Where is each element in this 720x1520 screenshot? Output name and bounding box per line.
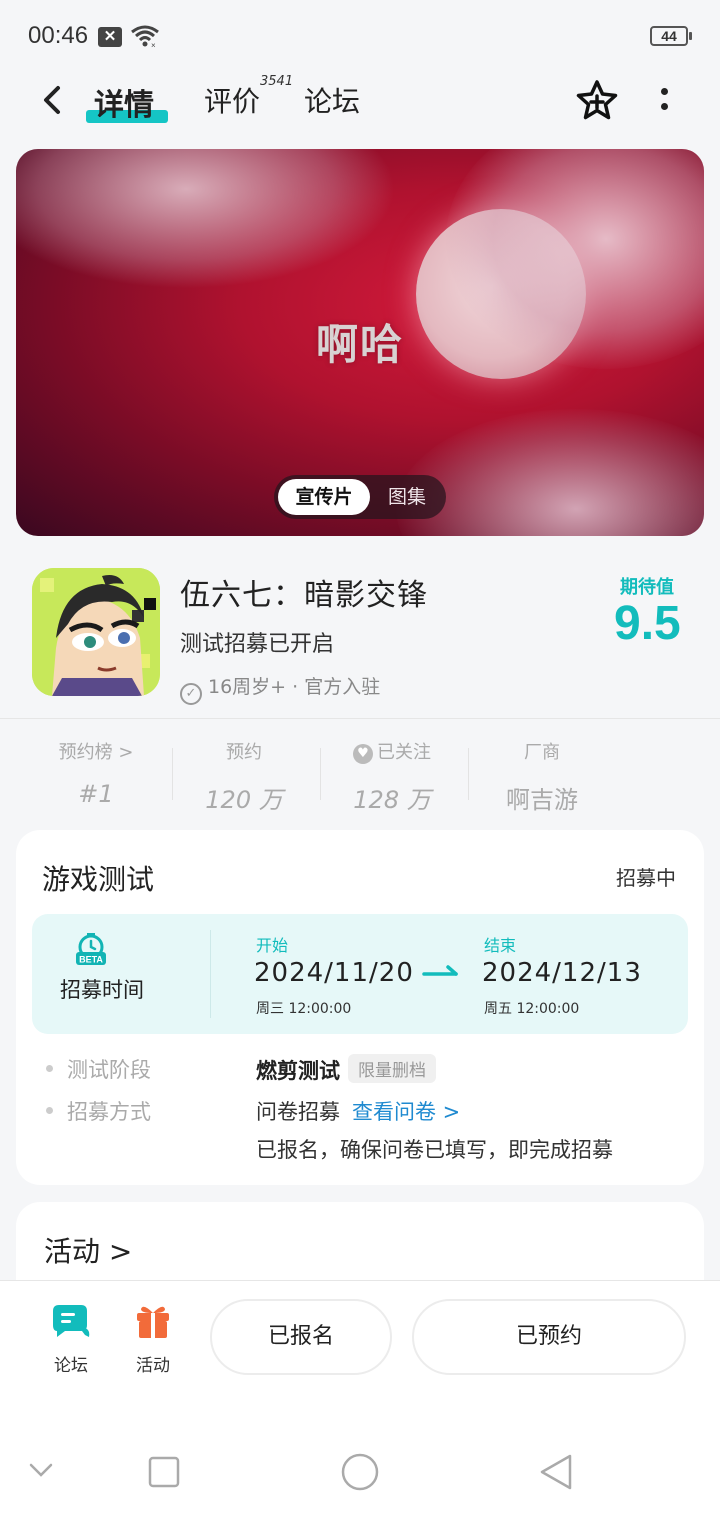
gift-icon: [137, 1306, 169, 1338]
game-tags: ✓ 16周岁+ · 官方入驻: [180, 672, 380, 705]
recruit-status: 招募中: [616, 866, 676, 890]
activity-title: 活动 >: [44, 1235, 133, 1268]
tab-detail[interactable]: 详情: [94, 80, 154, 124]
promo-video-banner[interactable]: 啊哈 宣传片 图集: [16, 149, 704, 536]
stat-followers[interactable]: ♥ 已关注 128 万: [318, 738, 466, 815]
expect-score: 9.5: [614, 597, 681, 650]
banner-cloud: [396, 409, 704, 536]
battery-indicator: 44: [650, 26, 692, 46]
back-triangle-icon[interactable]: [538, 1452, 574, 1492]
back-arrow-icon[interactable]: [36, 82, 72, 118]
view-survey-link[interactable]: 查看问卷 >: [352, 1100, 460, 1124]
media-toggle: 宣传片 图集: [274, 475, 446, 519]
svg-text:BETA: BETA: [79, 955, 103, 965]
game-icon: [32, 568, 160, 696]
bottom-forum-button[interactable]: 论坛: [36, 1301, 106, 1376]
card-title: 游戏测试: [42, 863, 155, 896]
tab-review[interactable]: 评价: [204, 80, 260, 120]
toggle-video[interactable]: 宣传片: [278, 479, 370, 515]
recruit-time-box: BETA 招募时间 开始 2024/11/20 周三 12:00:00 结束 2…: [32, 914, 688, 1034]
start-label: 开始: [256, 936, 289, 955]
star-plus-icon[interactable]: [574, 78, 620, 124]
end-label: 结束: [484, 936, 517, 955]
system-navigation-bar: [0, 1430, 720, 1520]
recruit-method-row: 招募方式 问卷招募 查看问卷 > 已报名，确保问卷已填写，即完成招募: [46, 1096, 613, 1162]
svg-text:×: ×: [151, 41, 156, 48]
arrow-right-icon: [422, 965, 458, 976]
status-time: 00:46: [28, 22, 89, 49]
bullet-dot: [46, 1065, 53, 1072]
tab-forum[interactable]: 论坛: [304, 80, 360, 120]
signed-up-button[interactable]: 已报名: [210, 1299, 392, 1375]
stat-reservations: 预约 120 万: [205, 742, 283, 814]
recruit-divider: [210, 930, 211, 1018]
check-circle-icon: ✓: [180, 683, 202, 705]
bullet-dot: [46, 1107, 53, 1114]
stat-developer[interactable]: 厂商 啊吉游: [468, 738, 616, 815]
test-phase-value: 燃剪测试: [256, 1059, 340, 1083]
recent-apps-icon[interactable]: [148, 1456, 180, 1488]
banner-cloud: [16, 149, 396, 289]
wifi-icon: ×: [131, 25, 159, 48]
reserved-button[interactable]: 已预约: [412, 1299, 686, 1375]
section-divider: [0, 718, 720, 719]
home-icon[interactable]: [340, 1452, 380, 1492]
start-date: 2024/11/20: [254, 958, 414, 988]
phase-tag: 限量删档: [348, 1054, 436, 1083]
stat-rank[interactable]: 预约榜 > #1: [22, 738, 170, 808]
game-title: 伍六七：暗影交锋: [180, 578, 428, 613]
bottom-activity-button[interactable]: 活动: [118, 1301, 188, 1376]
status-bar: 00:46 ✕ × 44: [0, 0, 720, 70]
chevron-down-icon[interactable]: [28, 1462, 54, 1478]
test-phase-row: 测试阶段 燃剪测试 限量删档: [46, 1054, 436, 1084]
game-status: 测试招募已开启: [180, 632, 335, 657]
game-test-card: 游戏测试 招募中 BETA 招募时间 开始 2024/11/20 周三 12:0…: [16, 830, 704, 1185]
notification-icon: ✕: [98, 27, 122, 47]
recruit-note: 已报名，确保问卷已填写，即完成招募: [256, 1138, 613, 1162]
top-navigation: 详情 评价 3541 论坛: [0, 70, 720, 140]
end-time: 周五 12:00:00: [484, 1001, 580, 1017]
toggle-gallery[interactable]: 图集: [374, 479, 440, 515]
recruit-method-value: 问卷招募: [256, 1100, 340, 1124]
banner-title: 啊哈: [315, 320, 404, 369]
beta-clock-icon: BETA: [76, 933, 106, 965]
recruit-time-label: 招募时间: [60, 978, 144, 1002]
more-options-icon[interactable]: [650, 84, 678, 120]
review-count-badge: 3541: [260, 74, 294, 89]
forum-chat-icon: [53, 1305, 90, 1337]
start-time: 周三 12:00:00: [256, 1001, 352, 1017]
end-date: 2024/12/13: [482, 958, 642, 988]
heart-icon: ♥: [353, 744, 373, 764]
